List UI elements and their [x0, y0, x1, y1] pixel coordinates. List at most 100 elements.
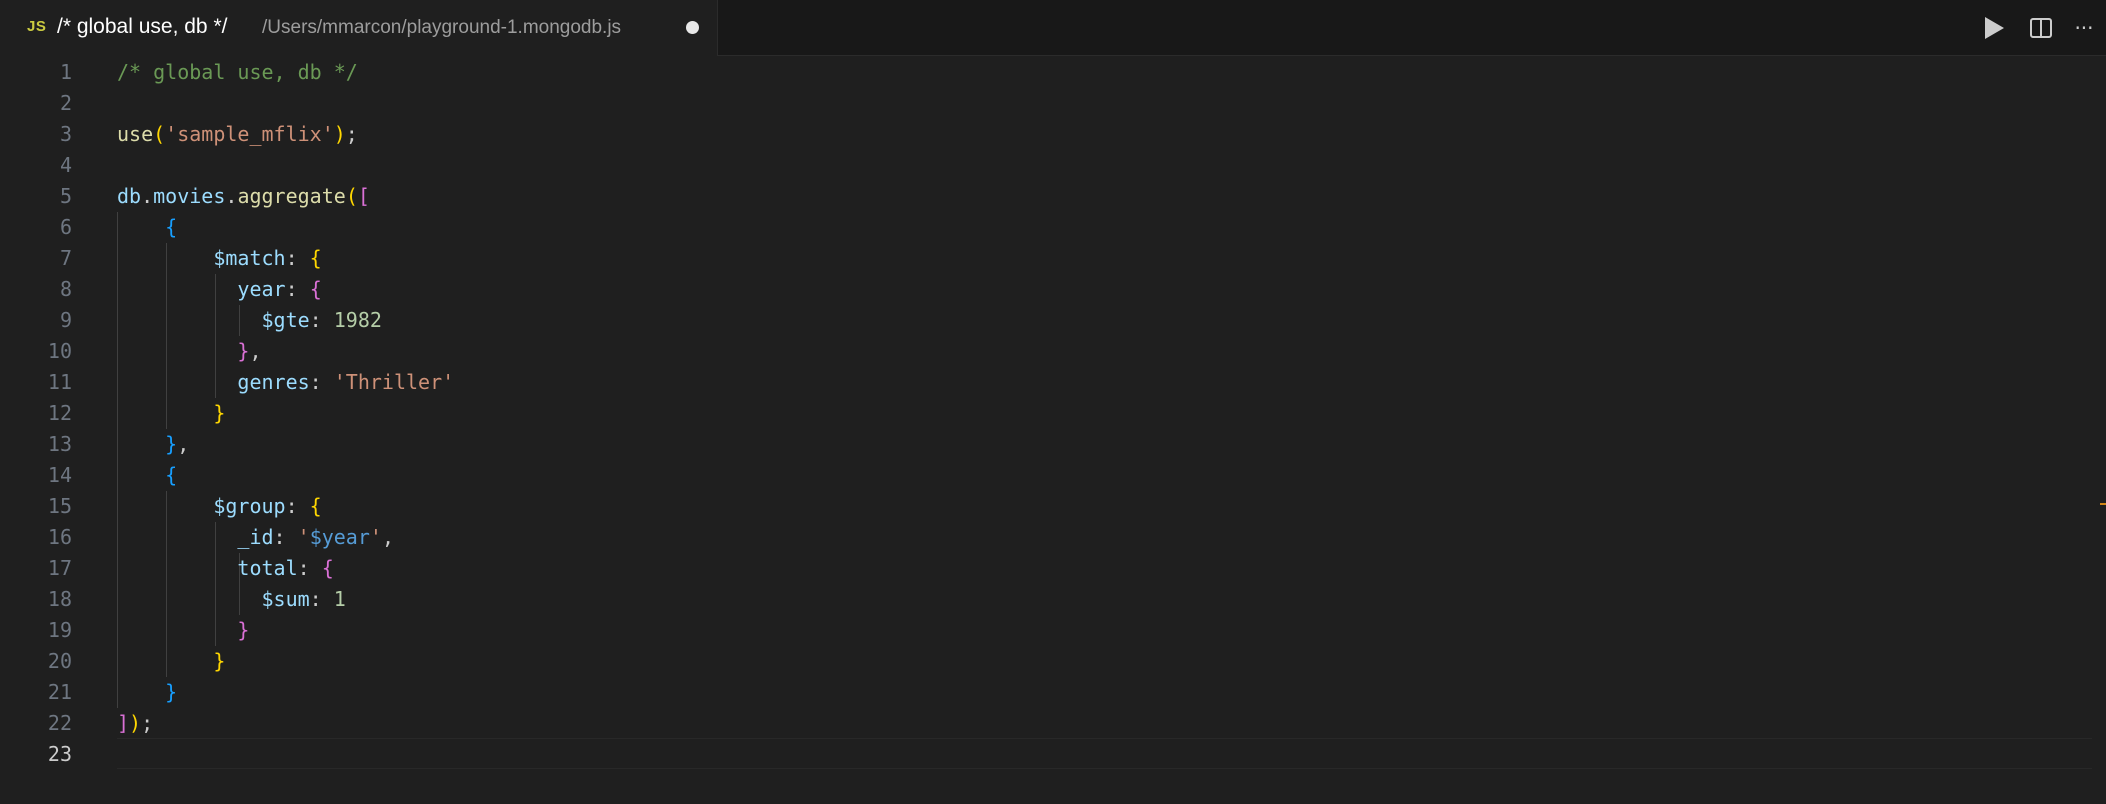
code-token: }	[213, 401, 226, 425]
code-token: :	[285, 277, 310, 301]
code-token: aggregate	[237, 184, 346, 208]
code-token: (	[153, 122, 166, 146]
line-number: 15	[47, 494, 72, 518]
code-line[interactable]: },	[117, 336, 261, 367]
code-token: :	[285, 494, 310, 518]
code-token: :	[273, 525, 298, 549]
code-token: :	[285, 246, 310, 270]
more-actions-icon: ···	[2074, 16, 2094, 40]
more-actions-button[interactable]: ···	[2069, 13, 2099, 43]
code-token: .	[225, 184, 238, 208]
code-token: total	[237, 556, 298, 580]
code-token: year	[237, 277, 286, 301]
code-token: {	[309, 277, 322, 301]
code-token: $gte	[261, 308, 310, 332]
code-line[interactable]: genres: 'Thriller'	[117, 367, 454, 398]
code-token: {	[321, 556, 334, 580]
code-token: _id	[237, 525, 274, 549]
code-token: '	[297, 525, 310, 549]
code-token: ,	[381, 525, 394, 549]
code-token: $match	[213, 246, 286, 270]
line-number: 13	[47, 432, 72, 456]
current-line-highlight	[117, 738, 2092, 769]
line-number: 21	[47, 680, 72, 704]
code-token: db	[117, 184, 142, 208]
code-line[interactable]: total: {	[117, 553, 334, 584]
code-token: 'sample_mflix'	[165, 122, 334, 146]
run-button[interactable]	[1979, 13, 2009, 43]
code-token: :	[309, 587, 334, 611]
tab-title[interactable]: /* global use, db */	[57, 14, 227, 40]
code-token: ;	[141, 711, 154, 735]
code-token: )	[129, 711, 142, 735]
code-line[interactable]: use('sample_mflix');	[117, 119, 358, 150]
line-number: 14	[47, 463, 72, 487]
code-line[interactable]: {	[117, 212, 177, 243]
line-number: 11	[47, 370, 72, 394]
line-number: 20	[47, 649, 72, 673]
code-line[interactable]: }	[117, 398, 225, 429]
line-number: 6	[59, 215, 72, 239]
code-token: movies	[153, 184, 226, 208]
code-editor[interactable]: 1 2 3 4 5 6 7 8 9 10 11 12 13 14 15 16 17 18 19 20 21 22 23 /*…	[0, 57, 2106, 804]
tab-file-path: /Users/mmarcon/playground-1.mongodb.js	[262, 17, 622, 38]
code-line[interactable]: $sum: 1	[117, 584, 346, 615]
editor-tab[interactable]: JS /* global use, db */ /Users/mmarcon/p…	[0, 0, 718, 56]
split-editor-icon	[2030, 18, 2052, 38]
code-line[interactable]: $gte: 1982	[117, 305, 382, 336]
code-token: }	[213, 649, 226, 673]
code-line[interactable]: }	[117, 615, 249, 646]
code-token: :	[309, 308, 334, 332]
code-line[interactable]: $match: {	[117, 243, 321, 274]
line-number: 2	[59, 91, 72, 115]
line-number: 16	[47, 525, 72, 549]
line-number: 10	[47, 339, 72, 363]
code-line[interactable]: {	[117, 460, 177, 491]
code-token: ;	[345, 122, 358, 146]
code-line[interactable]: /* global use, db */	[117, 57, 358, 88]
line-number: 5	[59, 184, 72, 208]
code-token: 1982	[333, 308, 382, 332]
line-number: 4	[59, 153, 72, 177]
code-token: 'Thriller'	[333, 370, 455, 394]
run-icon	[1985, 17, 2004, 39]
code-line[interactable]: ]);	[117, 708, 153, 739]
code-line[interactable]: _id: '$year',	[117, 522, 394, 553]
line-number: 23	[47, 742, 72, 766]
unsaved-indicator-icon[interactable]	[686, 21, 699, 34]
code-line[interactable]: },	[117, 429, 189, 460]
code-line[interactable]: $group: {	[117, 491, 322, 522]
code-line[interactable]: year: {	[117, 274, 322, 305]
code-line[interactable]: }	[117, 677, 177, 708]
editor-tab-bar: JS /* global use, db */ /Users/mmarcon/p…	[0, 0, 2106, 56]
code-line[interactable]: }	[117, 646, 225, 677]
code-token: }	[165, 680, 178, 704]
split-editor-button[interactable]	[2026, 13, 2056, 43]
line-number: 7	[59, 246, 72, 270]
code-token: }	[237, 618, 250, 642]
code-token: /* global use, db */	[117, 60, 358, 84]
code-token: genres	[237, 370, 310, 394]
code-token: '	[369, 525, 382, 549]
code-token: :	[297, 556, 322, 580]
code-line[interactable]: db.movies.aggregate([	[117, 181, 370, 212]
code-token: ]	[117, 711, 130, 735]
code-token: $sum	[261, 587, 310, 611]
code-token: {	[309, 494, 322, 518]
code-token: [	[357, 184, 370, 208]
code-token: :	[309, 370, 334, 394]
code-token: 1	[333, 587, 346, 611]
